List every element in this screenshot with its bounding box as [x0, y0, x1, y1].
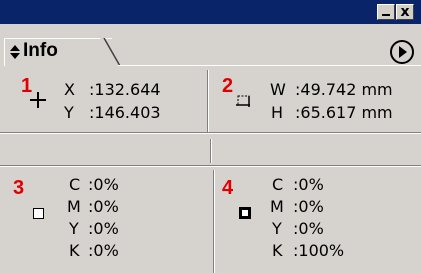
tab-strip: Info	[0, 24, 421, 66]
m-value-4: :0%	[293, 197, 324, 216]
minimize-button[interactable]	[377, 4, 395, 20]
info-panel-window: x Info 1 X :132.644 Y :146.403 2 W:49.7…	[0, 0, 421, 273]
y-value: :146.403	[89, 103, 161, 122]
tab-info-label: Info	[23, 40, 58, 61]
title-bar[interactable]: x	[0, 0, 421, 24]
divider-vertical-middle	[210, 139, 212, 163]
k-value-3: :0%	[88, 241, 119, 260]
w-value: :49.742 mm	[295, 80, 393, 99]
c-label-4: C	[272, 175, 284, 194]
close-button[interactable]: x	[396, 4, 414, 20]
filled-square-icon	[239, 207, 251, 219]
hollow-square-icon	[33, 208, 44, 219]
k-value-4: :100%	[293, 241, 345, 260]
tab-info[interactable]: Info	[4, 38, 112, 66]
w-label: W	[270, 80, 286, 99]
divider-horizontal-1	[0, 132, 421, 134]
m-label-3: M	[67, 197, 81, 216]
y-label-3: Y	[69, 219, 79, 238]
m-value-3: :0%	[88, 197, 119, 216]
section-number-2: 2	[222, 75, 234, 97]
h-value: :65.617 mm	[295, 103, 393, 122]
divider-horizontal-2	[0, 165, 421, 167]
section-number-3: 3	[13, 177, 25, 199]
y-value-4: :0%	[293, 219, 324, 238]
x-label: X	[64, 80, 75, 99]
c-value-3: :0%	[88, 175, 119, 194]
k-label-4: K	[272, 241, 283, 260]
close-icon: x	[400, 4, 410, 20]
y-label: Y	[64, 103, 74, 122]
panel-menu-button[interactable]	[390, 40, 414, 64]
dashed-selection-icon	[236, 95, 250, 107]
up-down-arrows-icon	[9, 43, 21, 61]
k-label-3: K	[69, 241, 80, 260]
c-label-3: C	[69, 175, 81, 194]
divider-vertical-top	[207, 70, 209, 134]
x-value: :132.644	[89, 80, 161, 99]
divider-vertical-bottom	[213, 170, 215, 273]
y-label-4: Y	[272, 219, 282, 238]
h-label: H	[271, 103, 284, 122]
section-number-4: 4	[222, 177, 234, 199]
tab-edge	[100, 38, 120, 66]
m-label-4: M	[270, 197, 284, 216]
c-value-4: :0%	[293, 175, 324, 194]
crosshair-plus-icon	[30, 92, 46, 108]
y-value-3: :0%	[88, 219, 119, 238]
